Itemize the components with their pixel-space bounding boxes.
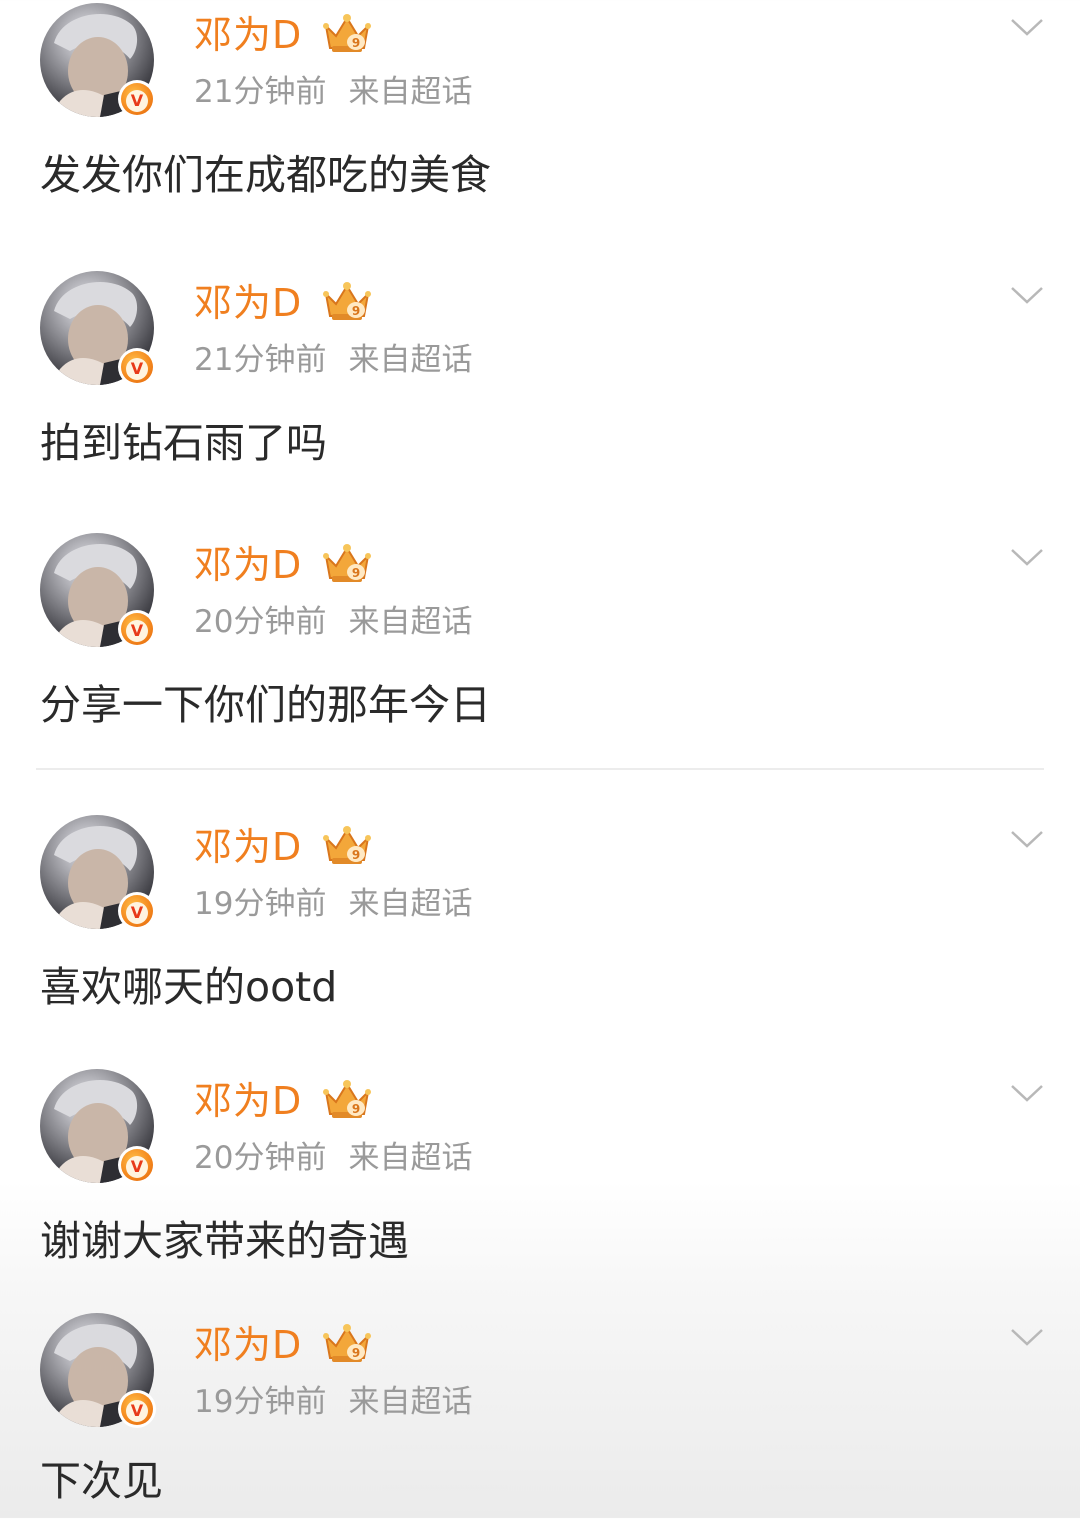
post-content[interactable]: 发发你们在成都吃的美食 [40,148,491,202]
post-source[interactable]: 来自超话 [348,604,472,640]
post-source[interactable]: 来自超话 [348,886,472,922]
post-source[interactable]: 来自超话 [348,74,472,110]
svg-text:9: 9 [352,848,360,862]
section-divider [36,768,1044,770]
post-time: 19分钟前 [194,886,327,922]
verified-badge-icon: V [118,892,156,930]
verified-badge-icon: V [118,1390,156,1428]
username[interactable]: 邓为D [194,542,302,588]
post-content[interactable]: 分享一下你们的那年今日 [40,678,491,732]
post-meta: 20分钟前 来自超话 [194,602,472,642]
username[interactable]: 邓为D [194,1322,302,1368]
post-item[interactable]: V 邓为D 9 19分钟前 来自超话 喜欢哪天的ootd [0,812,1080,1042]
post-content[interactable]: 喜欢哪天的ootd [40,960,337,1014]
post-meta: 19分钟前 来自超话 [194,884,472,924]
username[interactable]: 邓为D [194,12,302,58]
svg-text:9: 9 [352,36,360,50]
chevron-down-icon[interactable] [1008,826,1046,852]
crown-level-icon: 9 [320,824,374,868]
svg-text:9: 9 [352,566,360,580]
post-time: 20分钟前 [194,1140,327,1176]
chevron-down-icon[interactable] [1008,1324,1046,1350]
svg-text:9: 9 [352,304,360,318]
username[interactable]: 邓为D [194,280,302,326]
post-time: 19分钟前 [194,1384,327,1420]
post-time: 21分钟前 [194,342,327,378]
post-meta: 20分钟前 来自超话 [194,1138,472,1178]
username[interactable]: 邓为D [194,1078,302,1124]
post-meta: 19分钟前 来自超话 [194,1382,472,1422]
svg-text:9: 9 [352,1346,360,1360]
crown-level-icon: 9 [320,1078,374,1122]
chevron-down-icon[interactable] [1008,14,1046,40]
crown-level-icon: 9 [320,542,374,586]
post-item[interactable]: V 邓为D 9 19分钟前 来自超话 下次见 [0,1310,1080,1540]
post-content[interactable]: 谢谢大家带来的奇遇 [40,1214,409,1268]
chevron-down-icon[interactable] [1008,282,1046,308]
post-time: 21分钟前 [194,74,327,110]
verified-badge-icon: V [118,348,156,386]
post-item[interactable]: V 邓为D 9 20分钟前 来自超话 分享一下你们的那年今日 [0,530,1080,760]
username[interactable]: 邓为D [194,824,302,870]
crown-level-icon: 9 [320,12,374,56]
post-meta: 21分钟前 来自超话 [194,340,472,380]
verified-badge-icon: V [118,610,156,648]
crown-level-icon: 9 [320,280,374,324]
svg-text:9: 9 [352,1102,360,1116]
crown-level-icon: 9 [320,1322,374,1366]
verified-badge-icon: V [118,1146,156,1184]
verified-badge-icon: V [118,80,156,118]
chevron-down-icon[interactable] [1008,544,1046,570]
post-item[interactable]: V 邓为D 9 21分钟前 来自超话 发发你们在成都吃的美食 [0,0,1080,230]
post-item[interactable]: V 邓为D 9 21分钟前 来自超话 拍到钻石雨了吗 [0,268,1080,498]
post-meta: 21分钟前 来自超话 [194,72,472,112]
post-time: 20分钟前 [194,604,327,640]
chevron-down-icon[interactable] [1008,1080,1046,1106]
post-source[interactable]: 来自超话 [348,342,472,378]
post-item[interactable]: V 邓为D 9 20分钟前 来自超话 谢谢大家带来的奇遇 [0,1066,1080,1296]
post-content[interactable]: 拍到钻石雨了吗 [40,416,327,470]
post-source[interactable]: 来自超话 [348,1140,472,1176]
post-source[interactable]: 来自超话 [348,1384,472,1420]
post-content[interactable]: 下次见 [40,1454,163,1508]
